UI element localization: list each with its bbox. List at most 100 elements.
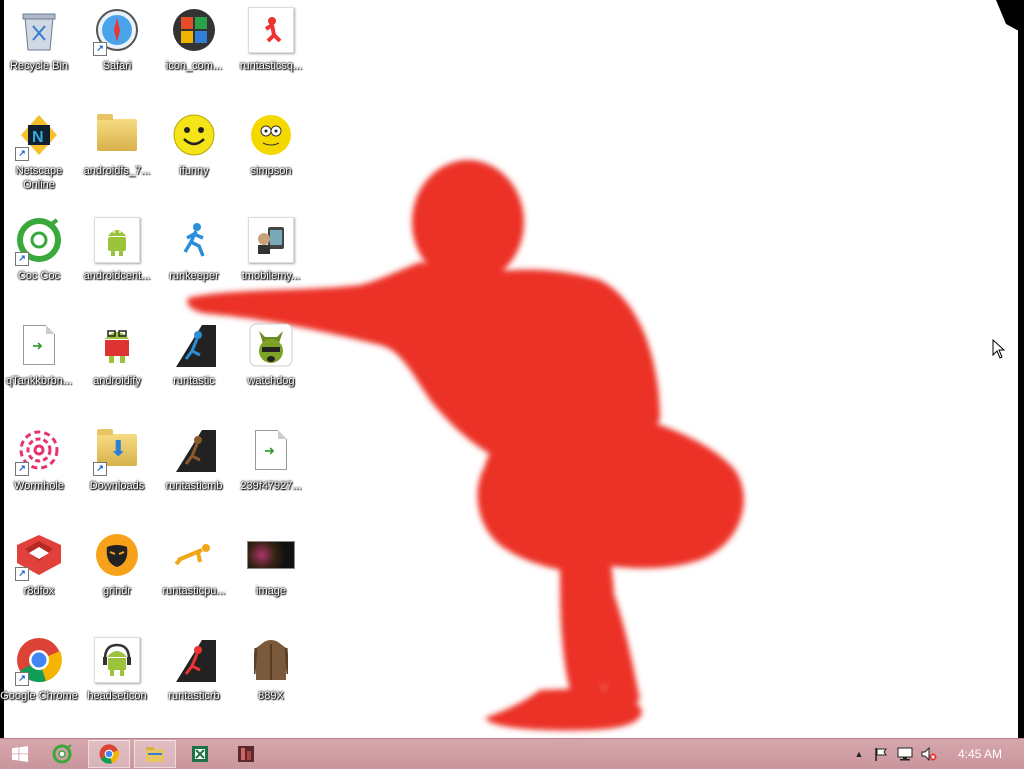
desktop-icon-headseticon[interactable]: headseticon [78, 632, 156, 732]
runtastic-mb-icon [170, 426, 218, 474]
desktop-icon-qtankkbrbn[interactable]: ➜ qTankkbrbn... [0, 317, 78, 417]
recycle-bin-icon [15, 6, 63, 54]
downloads-folder-icon: ⬇ ↗ [93, 426, 141, 476]
desktop-icon-label: runtasticpu... [162, 585, 226, 597]
desktop-icon-label: headseticon [87, 690, 147, 702]
desktop-icon-label: tmobilemy... [241, 270, 301, 282]
desktop-icon-label: qTankkbrbn... [5, 375, 73, 387]
watchdog-icon [247, 321, 295, 369]
network-icon[interactable] [897, 747, 913, 761]
desktop-icon-label: simpson [250, 165, 292, 177]
desktop-icon-ifunny[interactable]: ifunny [155, 107, 233, 207]
smiley-icon [170, 111, 218, 159]
desktop-icon-downloads[interactable]: ⬇ ↗ Downloads [78, 422, 156, 522]
desktop-icon-androidfs[interactable]: androidfs_7... [78, 107, 156, 207]
start-button[interactable] [0, 740, 40, 768]
chrome-icon [99, 744, 119, 764]
desktop-icon-label: runtasticrb [168, 690, 220, 702]
desktop-icon-label: grindr [102, 585, 132, 597]
desktop-icon-wormhole[interactable]: ↗ Wormhole [0, 422, 78, 522]
shortcut-arrow-icon: ↗ [93, 462, 107, 476]
desktop-icon-label: Recycle Bin [9, 60, 69, 72]
volume-muted-icon[interactable] [921, 747, 937, 761]
desktop-icon-label: runtasticmb [165, 480, 223, 492]
desktop-icon-tmobilemy[interactable]: tmobilemy... [232, 212, 310, 312]
androidify-icon [93, 321, 141, 369]
runner-icon [170, 216, 218, 264]
desktop-icon-label: image [256, 585, 286, 597]
desktop-icon-label: androidfs_7... [83, 165, 151, 177]
runtastic-squats-icon [247, 6, 295, 54]
desktop-icon-androidcent[interactable]: androidcent... [78, 212, 156, 312]
desktop-icon-coccoc[interactable]: ↗ Coc Coc [0, 212, 78, 312]
desktop-icon-239f47927[interactable]: ➜ 239f47927... [232, 422, 310, 522]
desktop-icon-grindr[interactable]: grindr [78, 527, 156, 627]
shortcut-arrow-icon: ↗ [15, 462, 29, 476]
desktop-icon-runtasticpu[interactable]: runtasticpu... [155, 527, 233, 627]
r8dfox-icon: ↗ [15, 531, 63, 581]
desktop-icon-label: ifunny [179, 165, 209, 177]
shortcut-arrow-icon: ↗ [15, 252, 29, 266]
desktop-icon-google-chrome[interactable]: ↗ Google Chrome [0, 632, 78, 732]
desktop-icon-label: runkeeper [169, 270, 219, 282]
desktop-icon-watchdog[interactable]: watchdog [232, 317, 310, 417]
taskbar-app[interactable] [226, 740, 266, 768]
tmobile-icon [247, 216, 295, 264]
desktop-icon-label: Netscape Online [15, 165, 63, 191]
taskbar-explorer[interactable] [134, 740, 176, 768]
image-icon [247, 531, 295, 579]
shortcut-arrow-icon: ↗ [15, 147, 29, 161]
desktop-icon-label: Safari [102, 60, 132, 72]
chrome-icon: ↗ [15, 636, 63, 686]
simpson-icon [247, 111, 295, 159]
runtastic-rb-icon [170, 636, 218, 684]
taskbar-excel[interactable] [180, 740, 220, 768]
desktop-icon-safari[interactable]: ↗ Safari [78, 2, 156, 102]
document-icon: ➜ [247, 426, 295, 474]
taskbar-clock[interactable]: 4:45 AM [958, 739, 1002, 769]
desktop-icon-label: androidify [93, 375, 141, 387]
shortcut-arrow-icon: ↗ [15, 567, 29, 581]
android-headset-icon [93, 636, 141, 684]
show-hidden-icons-icon[interactable]: ▲ [851, 747, 867, 761]
desktop-icon-r8dfox[interactable]: ↗ r8dfox [0, 527, 78, 627]
shortcut-arrow-icon: ↗ [93, 42, 107, 56]
icon-com-icon [170, 6, 218, 54]
desktop[interactable]: Recycle Bin ↗ Safari icon_com... runtast… [0, 0, 1024, 738]
desktop-icon-recycle-bin[interactable]: Recycle Bin [0, 2, 78, 102]
wormhole-icon: ↗ [15, 426, 63, 476]
shortcut-arrow-icon: ↗ [15, 672, 29, 686]
desktop-icon-simpson[interactable]: simpson [232, 107, 310, 207]
windows-logo-icon [12, 746, 28, 762]
taskbar-coccoc[interactable] [42, 740, 82, 768]
taskbar-chrome[interactable] [88, 740, 130, 768]
desktop-icon-runtasticrb[interactable]: runtasticrb [155, 632, 233, 732]
jacket-icon [247, 636, 295, 684]
desktop-icon-runtasticmb[interactable]: runtasticmb [155, 422, 233, 522]
desktop-icon-runkeeper[interactable]: runkeeper [155, 212, 233, 312]
desktop-icon-runtastic[interactable]: runtastic [155, 317, 233, 417]
desktop-icon-label: Wormhole [14, 480, 64, 492]
file-explorer-icon [146, 747, 164, 762]
desktop-icon-runtasticsq[interactable]: runtasticsq... [232, 2, 310, 102]
runtastic-icon [170, 321, 218, 369]
runtastic-pushups-icon [170, 531, 218, 579]
netscape-icon: N ↗ [15, 111, 63, 161]
grindr-icon [93, 531, 141, 579]
desktop-icon-netscape-online[interactable]: N ↗ Netscape Online [0, 107, 78, 207]
desktop-icon-label: Coc Coc [17, 270, 61, 282]
desktop-icon-image[interactable]: image [232, 527, 310, 627]
desktop-icon-label: androidcent... [83, 270, 151, 282]
coccoc-icon: ↗ [15, 216, 63, 266]
desktop-icon-889x[interactable]: 889X [232, 632, 310, 732]
desktop-icon-label: 239f47927... [240, 480, 302, 492]
desktop-icon-androidify[interactable]: androidify [78, 317, 156, 417]
desktop-icon-label: Google Chrome [0, 690, 78, 702]
screen-edge-right [1018, 0, 1024, 738]
action-center-flag-icon[interactable] [873, 747, 889, 761]
desktop-icon-label: watchdog [247, 375, 295, 387]
android-icon [93, 216, 141, 264]
desktop-icon-icon-com[interactable]: icon_com... [155, 2, 233, 102]
desktop-icon-label: 889X [258, 690, 284, 702]
desktop-icon-label: Downloads [89, 480, 145, 492]
